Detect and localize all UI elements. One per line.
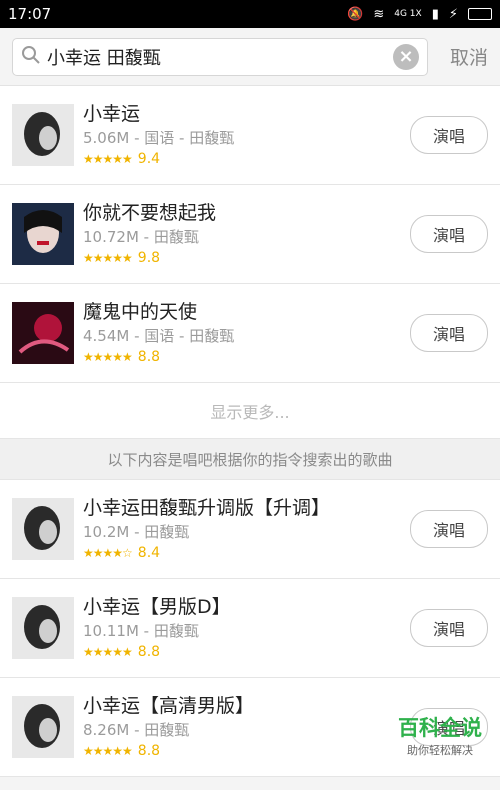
album-cover-icon bbox=[12, 302, 74, 364]
song-title: 你就不要想起我 bbox=[83, 202, 217, 224]
network-label: 4G 1X bbox=[394, 9, 422, 19]
album-cover-icon bbox=[12, 597, 74, 659]
rating-value: 8.8 bbox=[137, 644, 161, 660]
song-title: 小幸运【高清男版】 bbox=[83, 695, 255, 717]
sing-button[interactable]: 演唱 bbox=[410, 510, 488, 548]
list-item[interactable]: 小幸运【男版D】 10.11M - 田馥甄 ★★★★★ 8.8 演唱 bbox=[0, 579, 500, 678]
search-query[interactable]: 小幸运 田馥甄 bbox=[47, 44, 393, 70]
star-rating-icon: ★★★★★ bbox=[83, 251, 133, 265]
rating-value: 8.8 bbox=[137, 349, 161, 365]
star-rating-icon: ★★★★★ bbox=[83, 645, 133, 659]
song-title: 小幸运 bbox=[83, 103, 141, 125]
sing-button[interactable]: 演唱 bbox=[410, 215, 488, 253]
song-title: 魔鬼中的天使 bbox=[83, 301, 198, 323]
show-more-button[interactable]: 显示更多... bbox=[0, 383, 500, 439]
star-rating-icon: ★★★★★ bbox=[83, 744, 133, 758]
sing-button[interactable]: 演唱 bbox=[410, 609, 488, 647]
status-bar: 17:07 🔕 ≋ 4G 1X ▮ ⚡ bbox=[0, 0, 500, 28]
sing-button[interactable]: 演唱 bbox=[410, 116, 488, 154]
rating-value: 9.8 bbox=[137, 250, 161, 266]
list-item[interactable]: 小幸运田馥甄升调版【升调】 10.2M - 田馥甄 ★★★★☆ 8.4 演唱 bbox=[0, 480, 500, 579]
list-item[interactable]: 魔鬼中的天使 4.54M - 国语 - 田馥甄 ★★★★★ 8.8 演唱 bbox=[0, 284, 500, 383]
song-title: 小幸运【男版D】 bbox=[83, 596, 231, 618]
song-meta: 8.26M - 田馥甄 bbox=[83, 721, 190, 739]
battery-icon bbox=[468, 8, 492, 20]
list-item[interactable]: 你就不要想起我 10.72M - 田馥甄 ★★★★★ 9.8 演唱 bbox=[0, 185, 500, 284]
list-item[interactable]: 小幸运 5.06M - 国语 - 田馥甄 ★★★★★ 9.4 演唱 bbox=[0, 86, 500, 185]
sing-button[interactable]: 演唱 bbox=[410, 314, 488, 352]
song-meta: 10.11M - 田馥甄 bbox=[83, 622, 199, 640]
star-rating-icon: ★★★★☆ bbox=[83, 546, 133, 560]
watermark-logo: 百科全说 助你轻松解决 bbox=[398, 712, 482, 758]
results-list: 小幸运 5.06M - 国语 - 田馥甄 ★★★★★ 9.4 演唱 你就不要想起我… bbox=[0, 86, 500, 383]
album-cover-icon bbox=[12, 696, 74, 758]
status-time: 17:07 bbox=[8, 5, 52, 23]
signal-icon: ▮ bbox=[431, 6, 439, 22]
watermark-subtitle: 助你轻松解决 bbox=[407, 744, 473, 757]
rating-value: 8.8 bbox=[137, 743, 161, 759]
rating-value: 8.4 bbox=[137, 545, 161, 561]
watermark-title: 百科全说 bbox=[398, 716, 482, 740]
album-cover-icon bbox=[12, 203, 74, 265]
star-rating-icon: ★★★★★ bbox=[83, 152, 133, 166]
star-rating-icon: ★★★★★ bbox=[83, 350, 133, 364]
song-title: 小幸运田馥甄升调版【升调】 bbox=[83, 497, 331, 519]
song-meta: 10.2M - 田馥甄 bbox=[83, 523, 190, 541]
search-bar: 小幸运 田馥甄 × 取消 bbox=[0, 28, 500, 86]
rating-value: 9.4 bbox=[137, 151, 161, 167]
song-meta: 5.06M - 国语 - 田馥甄 bbox=[83, 129, 235, 147]
section-header: 以下内容是唱吧根据你的指令搜索出的歌曲 bbox=[0, 439, 500, 480]
cancel-button[interactable]: 取消 bbox=[428, 43, 488, 70]
search-icon bbox=[21, 45, 41, 69]
mute-icon: 🔕 bbox=[347, 6, 364, 22]
charging-icon: ⚡ bbox=[448, 6, 458, 22]
search-input[interactable]: 小幸运 田馥甄 × bbox=[12, 37, 428, 76]
song-meta: 4.54M - 国语 - 田馥甄 bbox=[83, 327, 235, 345]
wifi-icon: ≋ bbox=[373, 6, 385, 22]
album-cover-icon bbox=[12, 498, 74, 560]
clear-icon[interactable]: × bbox=[393, 43, 419, 70]
song-meta: 10.72M - 田馥甄 bbox=[83, 228, 199, 246]
album-cover-icon bbox=[12, 104, 74, 166]
